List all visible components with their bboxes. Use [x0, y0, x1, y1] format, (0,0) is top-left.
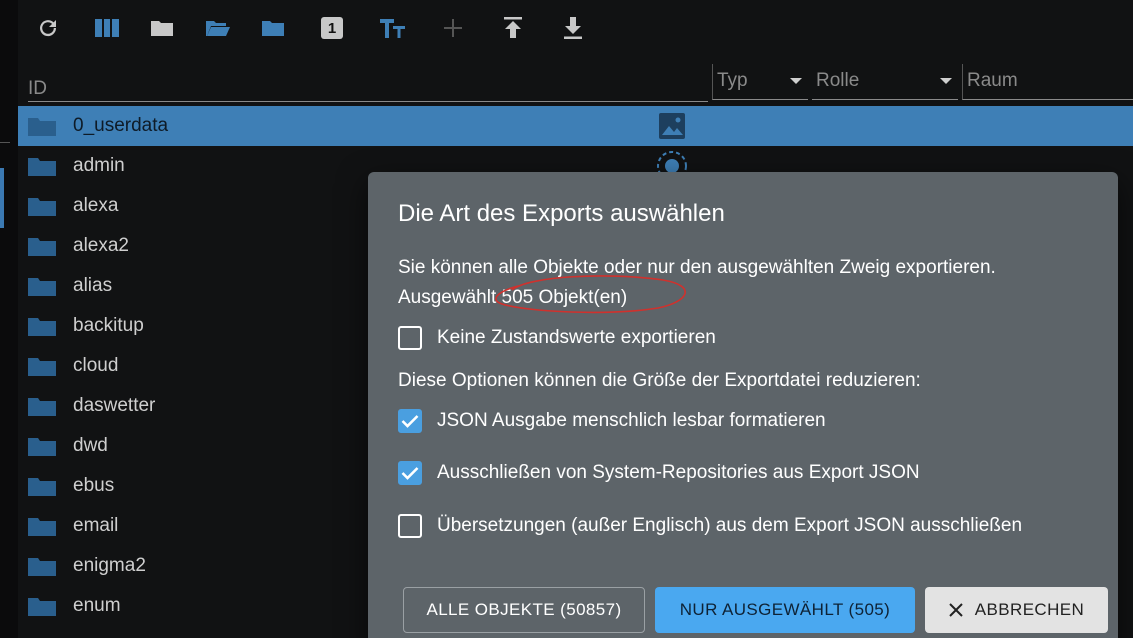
- chevron-down-icon: [940, 78, 952, 84]
- option-pretty-json[interactable]: JSON Ausgabe menschlich lesbar formatier…: [398, 409, 826, 433]
- text-size-icon[interactable]: [375, 10, 411, 46]
- tree-row-label: backitup: [73, 315, 144, 336]
- no-states-label: Keine Zustandswerte exportieren: [437, 327, 716, 348]
- pretty-json-label: JSON Ausgabe menschlich lesbar formatier…: [437, 410, 826, 431]
- folder-icon: [28, 318, 56, 336]
- tree-row-label: 0_userdata: [73, 115, 169, 136]
- dialog-description: Sie können alle Objekte oder nur den aus…: [398, 257, 996, 278]
- checkmark-icon: [401, 415, 419, 428]
- export-dialog: Die Art des Exports auswählen Sie können…: [368, 172, 1118, 638]
- folder-icon: [28, 438, 56, 456]
- folder-icon: [28, 278, 56, 296]
- download-icon[interactable]: [555, 10, 591, 46]
- id-filter-input[interactable]: ID: [28, 68, 708, 102]
- room-filter-placeholder: Raum: [967, 70, 1018, 91]
- type-filter-select[interactable]: Typ: [712, 64, 808, 100]
- tree-row[interactable]: 0_userdata: [18, 106, 1133, 146]
- tree-row-label: daswetter: [73, 395, 156, 416]
- image-icon: [659, 113, 685, 139]
- id-filter-placeholder: ID: [28, 78, 47, 99]
- strip-divider: [0, 142, 10, 143]
- chevron-down-icon: [790, 78, 802, 84]
- tree-row-label: alexa2: [73, 235, 129, 256]
- exclude-translations-checkbox[interactable]: [398, 514, 422, 538]
- role-filter-placeholder: Rolle: [816, 70, 860, 91]
- no-states-checkbox[interactable]: [398, 326, 422, 350]
- folder-icon: [28, 558, 56, 576]
- folder-icon: [28, 118, 56, 136]
- left-strip: [0, 0, 18, 638]
- checkmark-icon: [401, 467, 419, 480]
- folder-icon: [28, 358, 56, 376]
- folder-icon: [28, 518, 56, 536]
- export-selected-button[interactable]: NUR AUSGEWÄHLT (505): [655, 587, 915, 633]
- option-exclude-repos[interactable]: Ausschließen von System-Repositories aus…: [398, 461, 920, 485]
- tree-row-label: enigma2: [73, 555, 146, 576]
- tree-row-label: alias: [73, 275, 113, 296]
- export-selected-label: NUR AUSGEWÄHLT (505): [679, 600, 891, 619]
- upload-icon[interactable]: [495, 10, 531, 46]
- folder-closed-icon[interactable]: [255, 10, 291, 46]
- folder-icon: [28, 198, 56, 216]
- folder-icon: [28, 598, 56, 616]
- tree-row-label: ebus: [73, 475, 115, 496]
- folder-icon: [28, 478, 56, 496]
- tree-row-label: alexa: [73, 195, 119, 216]
- option-exclude-translations[interactable]: Übersetzungen (außer Englisch) aus dem E…: [398, 514, 1022, 538]
- folder-icon: [28, 398, 56, 416]
- type-filter-placeholder: Typ: [717, 70, 748, 91]
- export-all-label: ALLE OBJEKTE (50857): [426, 600, 622, 619]
- dialog-selected-count: Ausgewählt 505 Objekt(en): [398, 287, 628, 308]
- folder-icon: [28, 158, 56, 176]
- tree-row-label: dwd: [73, 435, 108, 456]
- columns-icon[interactable]: [89, 10, 125, 46]
- exclude-repos-label: Ausschließen von System-Repositories aus…: [437, 462, 920, 483]
- cancel-label: ABBRECHEN: [974, 600, 1085, 619]
- option-no-states[interactable]: Keine Zustandswerte exportieren: [398, 326, 716, 350]
- filter-row: ID Typ Rolle Raum: [18, 60, 1133, 104]
- add-icon[interactable]: [435, 10, 471, 46]
- exclude-translations-label: Übersetzungen (außer Englisch) aus dem E…: [437, 515, 1023, 536]
- folder-icon: [28, 238, 56, 256]
- room-filter-select[interactable]: Raum: [962, 64, 1133, 100]
- tree-row-label: cloud: [73, 355, 119, 376]
- close-icon: [949, 603, 963, 617]
- refresh-icon[interactable]: [30, 10, 66, 46]
- role-filter-select[interactable]: Rolle: [812, 64, 958, 100]
- pretty-json-checkbox[interactable]: [398, 409, 422, 433]
- tree-row-label: email: [73, 515, 119, 536]
- folder-open-icon[interactable]: [200, 10, 236, 46]
- cancel-button[interactable]: ABBRECHEN: [925, 587, 1108, 633]
- export-all-button[interactable]: ALLE OBJEKTE (50857): [403, 587, 645, 633]
- badge-1-icon[interactable]: 1: [314, 10, 350, 46]
- tree-row-label: enum: [73, 595, 121, 616]
- badge-1-text: 1: [321, 17, 343, 39]
- strip-accent: [0, 168, 4, 228]
- exclude-repos-checkbox[interactable]: [398, 461, 422, 485]
- tree-row-label: admin: [73, 155, 125, 176]
- options-hint: Diese Optionen können die Größe der Expo…: [398, 370, 921, 391]
- dialog-title: Die Art des Exports auswählen: [398, 200, 725, 227]
- folder-icon[interactable]: [144, 10, 180, 46]
